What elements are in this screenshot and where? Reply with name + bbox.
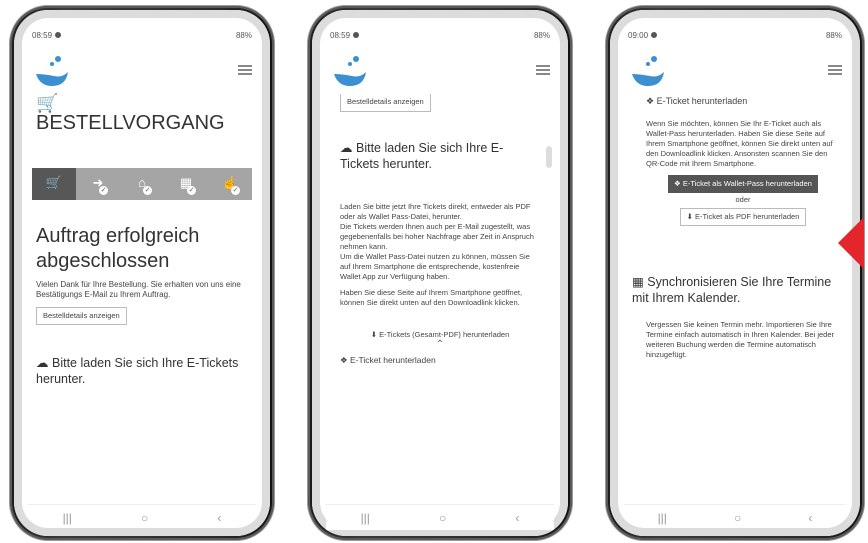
logo-icon	[632, 56, 664, 86]
phone-1: 08:59 88% 🛒 BESTELLVORGANG 🛒 ➜ ✓ ⌂ ✓ ▦ ✓ ☝ ✓…	[10, 6, 274, 540]
status-bar: 08:59 88%	[326, 28, 554, 42]
wallet-text: Um die Wallet Pass-Datei nutzen zu könne…	[340, 251, 530, 281]
menu-icon[interactable]	[828, 65, 842, 75]
step-confirm: ☝ ✓	[208, 167, 252, 200]
notification-icon	[55, 32, 62, 38]
phone-3-screen: 09:00 88% ❖ E-Ticket herunterladen Wenn …	[610, 10, 860, 536]
back-icon[interactable]: ‹	[217, 511, 221, 525]
ticket-icon: ❖	[340, 354, 348, 365]
menu-icon[interactable]	[536, 65, 550, 75]
notification-icon	[353, 32, 360, 38]
phone-1-screen: 08:59 88% 🛒 BESTELLVORGANG 🛒 ➜ ✓ ⌂ ✓ ▦ ✓ ☝ ✓…	[14, 10, 270, 536]
cart-icon: 🛒	[36, 93, 59, 113]
status-time: 09:00	[628, 30, 649, 40]
site-header	[28, 42, 256, 98]
ticket-text: Wenn Sie möchten, können Sie Ihr E-Ticke…	[646, 118, 833, 168]
scrollbar[interactable]	[546, 146, 552, 168]
step-cart: 🛒	[32, 167, 76, 200]
phone-3: 09:00 88% ❖ E-Ticket herunterladen Wenn …	[606, 6, 864, 540]
status-time: 08:59	[32, 30, 53, 40]
recent-apps-icon[interactable]: |||	[63, 511, 72, 525]
check-badge-icon: ✓	[99, 185, 108, 195]
calendar-icon: ▦	[632, 275, 644, 289]
phone-2-screen: 08:59 88% Bestelldetails anzeigen ☁ Bitt…	[312, 10, 568, 536]
site-header	[624, 42, 846, 98]
intro-text: Laden Sie bitte jetzt Ihre Tickets direk…	[340, 201, 531, 221]
download-heading: ☁ Bitte laden Sie sich Ihre E-Tickets he…	[340, 140, 504, 171]
cloud-download-icon: ☁	[36, 356, 49, 370]
home-button-icon[interactable]: ○	[439, 511, 446, 525]
back-icon[interactable]: ‹	[515, 511, 519, 525]
ticket-icon: ❖	[674, 178, 681, 188]
pdf-button[interactable]: ⬇ E-Ticket als PDF herunterladen	[679, 207, 807, 226]
android-nav-bar: ||| ○ ‹	[326, 504, 554, 530]
order-details-button[interactable]: Bestelldetails anzeigen	[340, 94, 431, 112]
status-time: 08:59	[330, 30, 351, 40]
sync-heading: ▦ Synchronisieren Sie Ihre Termine mit I…	[632, 275, 832, 305]
cart-step-icon: 🛒	[45, 175, 63, 191]
home-button-icon[interactable]: ○	[141, 511, 148, 525]
red-arrow-icon	[838, 217, 864, 269]
recent-apps-icon[interactable]: |||	[658, 511, 667, 525]
status-battery: 88%	[533, 30, 550, 40]
wallet-pass-button[interactable]: ❖ E-Ticket als Wallet-Pass herunterladen	[668, 174, 818, 193]
page-title: BESTELLVORGANG	[36, 111, 225, 134]
android-nav-bar: ||| ○ ‹	[28, 504, 256, 530]
step-login: ➜ ✓	[76, 167, 120, 200]
step-payment: ▦ ✓	[164, 167, 208, 200]
notification-icon	[651, 32, 658, 38]
home-button-icon[interactable]: ○	[734, 511, 741, 525]
next-heading: ❖ E-Ticket herunterladen	[340, 354, 436, 365]
download-icon: ⬇	[370, 329, 377, 339]
status-battery: 88%	[235, 30, 252, 40]
check-badge-icon: ✓	[143, 185, 152, 195]
email-text: Die Tickets werden Ihnen auch per E-Mail…	[340, 221, 534, 251]
download-heading: ☁ Bitte laden Sie sich Ihre E-Tickets he…	[36, 356, 239, 386]
back-icon[interactable]: ‹	[808, 511, 812, 525]
status-bar: 09:00 88%	[624, 28, 846, 42]
menu-icon[interactable]	[238, 65, 252, 75]
step-address: ⌂ ✓	[120, 167, 164, 200]
ticket-icon: ❖	[646, 96, 655, 106]
logo-icon	[36, 56, 68, 86]
thanks-text: Vielen Dank für Ihre Bestellung. Sie erh…	[36, 279, 241, 300]
status-bar: 08:59 88%	[28, 28, 256, 42]
sync-text: Vergessen Sie keinen Termin mehr. Import…	[646, 320, 835, 359]
order-details-button[interactable]: Bestelldetails anzeigen	[36, 306, 127, 325]
phone-2: 08:59 88% Bestelldetails anzeigen ☁ Bitt…	[308, 6, 572, 540]
success-heading: Auftrag erfolgreich abgeschlossen	[36, 224, 200, 272]
cloud-download-icon: ☁	[340, 140, 353, 155]
or-text: oder	[735, 195, 751, 204]
recent-apps-icon[interactable]: |||	[361, 511, 370, 525]
smartphone-text: Haben Sie diese Seite auf Ihrem Smartpho…	[340, 287, 523, 307]
scroll-top-icon[interactable]: ⌃	[340, 339, 540, 351]
checkout-steps: 🛒 ➜ ✓ ⌂ ✓ ▦ ✓ ☝ ✓	[32, 167, 252, 200]
download-icon: ⬇	[686, 211, 693, 221]
site-header	[326, 42, 554, 98]
status-battery: 88%	[825, 30, 842, 40]
logo-icon	[334, 56, 366, 86]
check-badge-icon: ✓	[231, 185, 240, 195]
check-badge-icon: ✓	[187, 185, 196, 195]
ticket-heading: ❖ E-Ticket herunterladen	[646, 96, 748, 106]
android-nav-bar: ||| ○ ‹	[624, 504, 846, 530]
